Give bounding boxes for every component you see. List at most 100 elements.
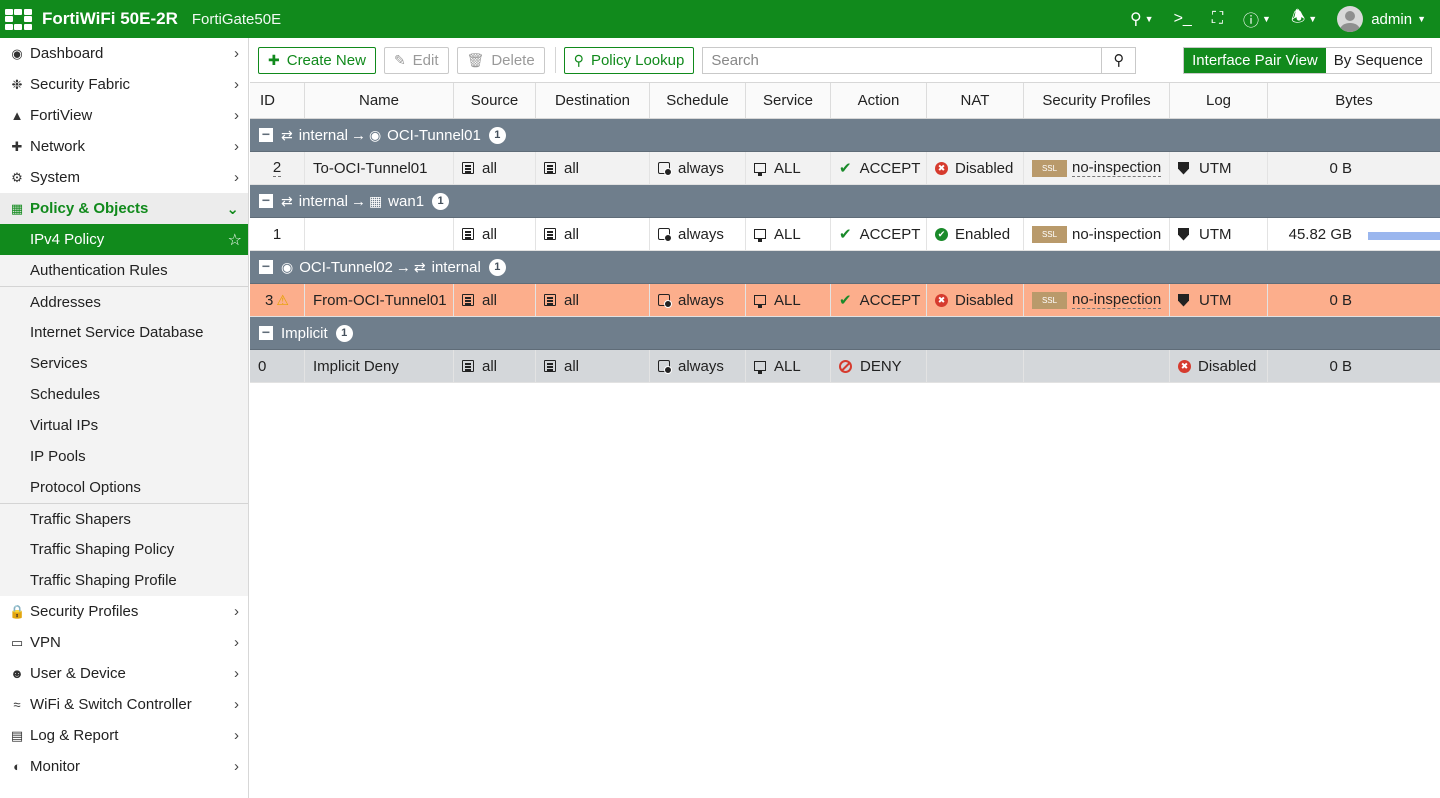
sidebar-subitem-internet-service-database[interactable]: Internet Service Database [0,317,248,348]
group-header[interactable]: − ◉ OCI-Tunnel02 → ⇄ internal 1 [250,251,1440,284]
interface-pair-view-button[interactable]: Interface Pair View [1184,47,1326,73]
group-header[interactable]: − ⇄ internal → ▦ wan1 1 [250,185,1440,218]
help-icon: ⓘ [1243,13,1260,30]
arrow-right-icon: → [395,258,411,276]
sidebar-item-security-fabric[interactable]: ❉ Security Fabric › [0,69,248,100]
sidebar-item-log-report[interactable]: ▤ Log & Report › [0,720,248,751]
policy-name: Implicit Deny [313,357,399,375]
sidebar-item-user-device[interactable]: ☻ User & Device › [0,658,248,689]
log-value: Disabled [1198,357,1257,375]
policy-lookup-button[interactable]: ⚲ Policy Lookup [563,46,695,74]
address-icon [544,162,556,174]
sidebar-subitem-services[interactable]: Services [0,348,248,379]
sidebar-item-vpn[interactable]: ▭ VPN › [0,627,248,658]
column-header-service[interactable]: Service [746,83,831,118]
column-header-name[interactable]: Name [305,83,454,118]
security-profile-value[interactable]: no-inspection [1072,226,1161,243]
sidebar-subitem-authentication-rules[interactable]: Authentication Rules [0,255,248,286]
by-sequence-button[interactable]: By Sequence [1326,48,1431,73]
group-header-implicit[interactable]: − Implicit 1 [250,317,1440,350]
fortinet-logo-icon[interactable] [0,0,36,38]
notifications-button[interactable]: 🕭 ▼ [1281,0,1327,38]
sidebar-subitem-label: Traffic Shapers [30,510,131,528]
interface-icon: ⇄ [281,192,293,209]
destination-value: all [564,291,580,309]
log-value: UTM [1199,291,1232,309]
help-menu-button[interactable]: ⓘ ▼ [1233,0,1281,38]
group-header[interactable]: − ⇄ internal → ◉ OCI-Tunnel01 1 [250,119,1440,152]
column-header-destination[interactable]: Destination [536,83,650,118]
sidebar-item-security-profiles[interactable]: 🔒 Security Profiles › [0,596,248,627]
collapse-icon[interactable]: − [259,259,273,274]
schedule-icon [658,162,672,176]
collapse-icon[interactable]: − [259,193,273,208]
sidebar-item-fortiview[interactable]: ▲ FortiView › [0,100,248,131]
pie-icon: ◐ [13,759,21,774]
sidebar-subitem-traffic-shapers[interactable]: Traffic Shapers [0,503,248,534]
column-header-nat[interactable]: NAT [927,83,1024,118]
search-menu-button[interactable]: ⚲ ▼ [1120,0,1164,38]
sidebar-item-wifi-switch-controller[interactable]: ≈ WiFi & Switch Controller › [0,689,248,720]
address-icon [462,360,474,372]
table-row[interactable]: 1 all all always ALL ✔ ACCEPT ✔ Enabled SS… [250,218,1440,251]
ssl-badge: SSL [1032,291,1067,309]
warning-icon[interactable]: ⚠ [276,292,289,309]
policy-table: ID Name Source Destination Schedule Serv… [250,82,1440,383]
sidebar-subitem-traffic-shaping-profile[interactable]: Traffic Shaping Profile [0,565,248,596]
column-header-bytes[interactable]: Bytes [1268,83,1440,118]
edit-button[interactable]: ✎ Edit [383,46,449,74]
sidebar-item-label: System [30,169,81,186]
table-row[interactable]: 3 ⚠ From-OCI-Tunnel01 all all always ALL … [250,284,1440,317]
fullscreen-button[interactable]: ⛶ [1202,0,1233,38]
sidebar-item-monitor[interactable]: ◐ Monitor › [0,751,248,782]
sidebar-subitem-virtual-ips[interactable]: Virtual IPs [0,410,248,441]
sidebar-item-policy-objects[interactable]: ▦ Policy & Objects ⌄ [0,193,248,224]
service-icon [754,295,766,308]
column-header-security-profiles[interactable]: Security Profiles [1024,83,1170,118]
wan-port-icon: ▦ [368,192,383,209]
sidebar-item-system[interactable]: ⚙ System › [0,162,248,193]
column-header-id[interactable]: ID [250,83,305,118]
collapse-icon[interactable]: − [259,127,273,142]
search-input[interactable] [702,46,1103,74]
sidebar-item-label: Dashboard [30,45,104,62]
sidebar-item-network[interactable]: ✚ Network › [0,131,248,162]
sidebar-subitem-label: Schedules [30,386,101,403]
table-row[interactable]: 2 To-OCI-Tunnel01 all all always ALL ✔ AC… [250,152,1440,185]
collapse-icon[interactable]: − [259,325,273,340]
sidebar-subitem-schedules[interactable]: Schedules [0,379,248,410]
sidebar-item-dashboard[interactable]: ◉ Dashboard › [0,38,248,69]
star-icon[interactable]: ☆ [228,230,242,250]
search-icon: ⚲ [1113,52,1125,69]
sidebar-subitem-ip-pools[interactable]: IP Pools [0,441,248,472]
policy-id: 2 [272,159,282,177]
column-header-schedule[interactable]: Schedule [650,83,746,118]
plus-icon: ✚ [268,51,280,68]
table-header: ID Name Source Destination Schedule Serv… [250,82,1440,119]
chevron-down-icon[interactable]: ▼ [1417,14,1426,24]
group-count-badge: 1 [432,192,450,210]
column-header-action[interactable]: Action [831,83,927,118]
arrow-right-icon: → [350,126,366,144]
sidebar-subitem-addresses[interactable]: Addresses [0,286,248,317]
sidebar-subitem-traffic-shaping-policy[interactable]: Traffic Shaping Policy [0,534,248,565]
chevron-right-icon: › [234,107,239,124]
sidebar-subitem-protocol-options[interactable]: Protocol Options [0,472,248,503]
schedule-icon [658,294,672,308]
cli-console-button[interactable]: >_ [1164,0,1202,38]
create-new-button[interactable]: ✚ Create New [258,46,376,74]
security-profile-value[interactable]: no-inspection [1072,159,1162,177]
security-profile-value[interactable]: no-inspection [1072,291,1162,309]
destination-value: all [564,357,580,375]
avatar[interactable] [1337,6,1364,32]
table-row[interactable]: 0 Implicit Deny all all always ALL DENY … [250,350,1440,383]
delete-button[interactable]: 🗑 Delete [456,46,545,74]
sidebar-subitem-ipv4-policy[interactable]: IPv4 Policy ☆ [0,224,248,255]
column-header-log[interactable]: Log [1170,83,1268,118]
user-menu-label[interactable]: admin [1371,11,1412,28]
search-button[interactable]: ⚲ [1102,46,1137,74]
column-header-source[interactable]: Source [454,83,536,118]
action-value: ACCEPT [859,159,921,177]
log-value: UTM [1199,225,1232,243]
chevron-right-icon: › [234,665,239,682]
